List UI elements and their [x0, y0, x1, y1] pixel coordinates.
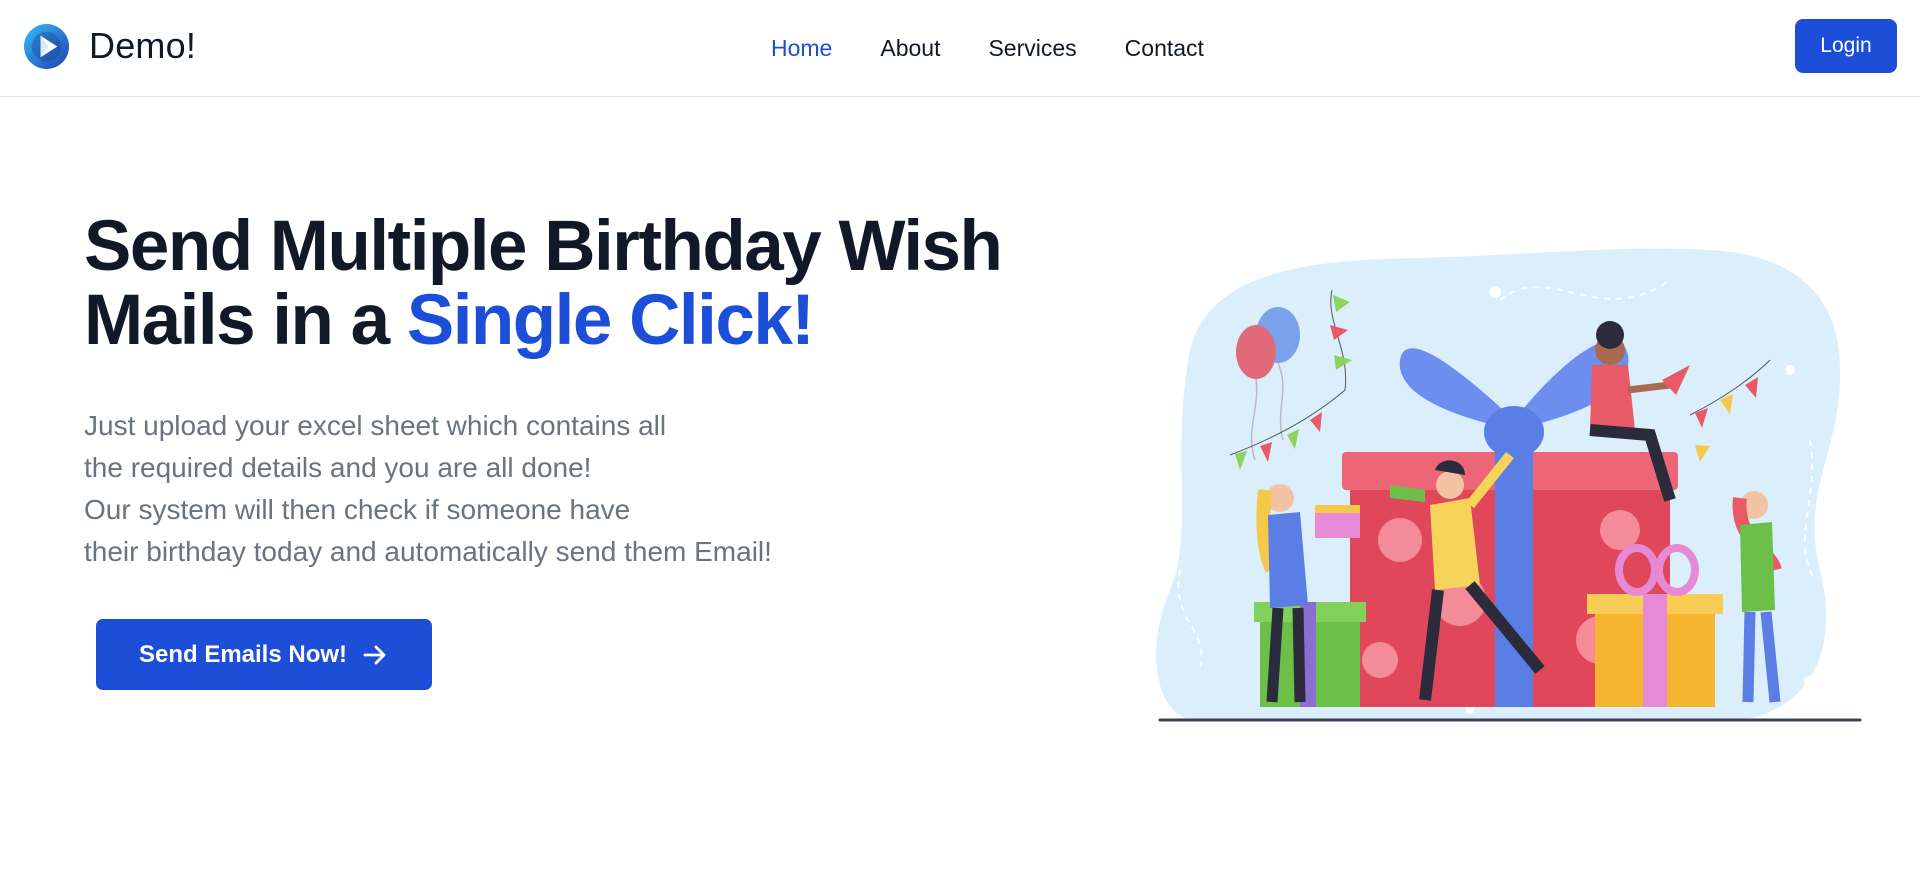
arrow-right-icon — [363, 645, 386, 664]
login-button[interactable]: Login — [1795, 19, 1897, 73]
hero-title-line-2: Mails in a Single Click! — [84, 284, 1084, 358]
nav-item-services[interactable]: Services — [988, 35, 1076, 62]
hero-title-line-1: Send Multiple Birthday Wish — [84, 207, 1003, 286]
balloon-red — [1236, 325, 1276, 379]
send-emails-button[interactable]: Send Emails Now! — [96, 619, 432, 690]
play-logo-icon — [23, 23, 70, 69]
hero-title-accent: Single Click! — [406, 281, 815, 360]
hero-description-line: Our system will then check if someone ha… — [84, 494, 631, 525]
hero-title: Send Multiple Birthday Wish Mails in a S… — [84, 210, 1084, 358]
site-header: Demo! Home About Services Contact Login — [0, 0, 1920, 97]
hero-title-line-2-prefix: Mails in a — [84, 281, 407, 360]
brand-name: Demo! — [89, 25, 197, 66]
nav-item-home[interactable]: Home — [771, 35, 832, 62]
nav-item-about[interactable]: About — [880, 35, 940, 62]
hero-description-line: their birthday today and automatically s… — [84, 536, 772, 567]
hero-description-line: the required details and you are all don… — [84, 452, 592, 483]
brand[interactable]: Demo! — [23, 22, 196, 70]
hero-description: Just upload your excel sheet which conta… — [84, 405, 884, 573]
nav-item-contact[interactable]: Contact — [1125, 35, 1204, 62]
hero-description-line: Just upload your excel sheet which conta… — [84, 410, 667, 441]
birthday-party-illustration — [1156, 248, 1862, 722]
main-nav: Home About Services Contact — [771, 30, 1204, 66]
send-emails-button-label: Send Emails Now! — [138, 640, 348, 668]
